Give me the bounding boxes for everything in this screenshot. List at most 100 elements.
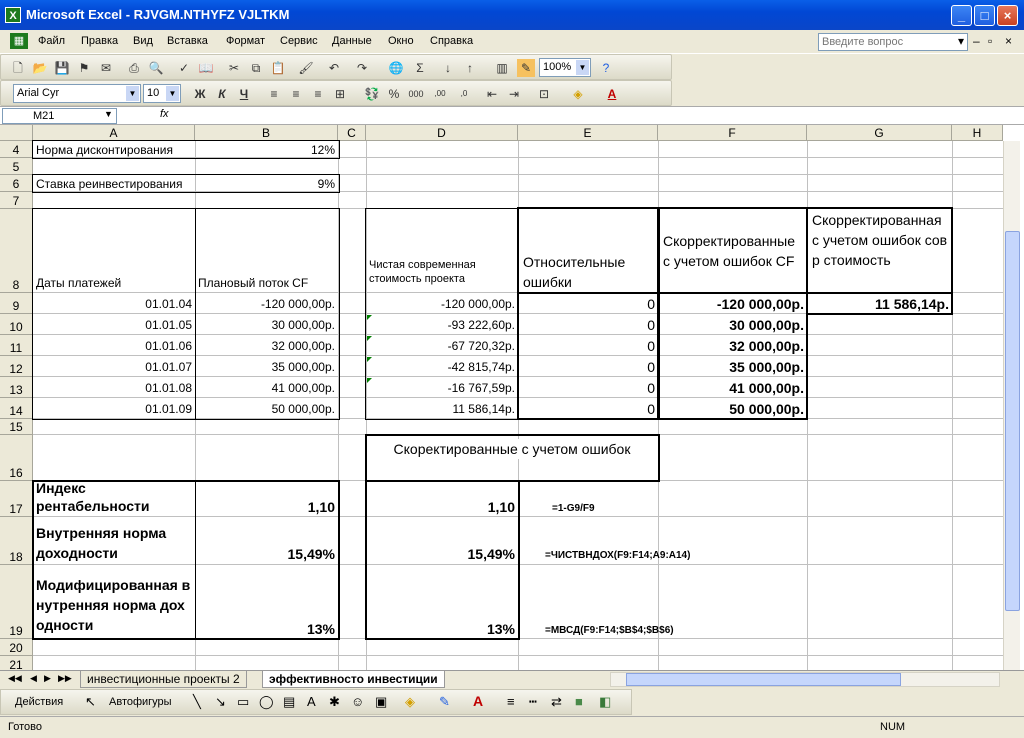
textbox-icon[interactable]: ▤ xyxy=(283,694,295,710)
next-sheet-icon[interactable]: ▶ xyxy=(44,673,51,684)
cell-f11[interactable]: 32 000,00р. xyxy=(659,338,806,354)
menu-edit[interactable]: Правка xyxy=(81,35,118,47)
fx-icon[interactable]: fx xyxy=(160,108,169,120)
col-header-b[interactable]: B xyxy=(195,125,338,141)
cell-b6[interactable]: 9% xyxy=(196,177,337,191)
cell-e11[interactable]: 0 xyxy=(519,338,657,354)
vertical-scrollbar[interactable] xyxy=(1003,141,1020,670)
error-indicator-icon[interactable] xyxy=(367,357,372,362)
row-header-4[interactable]: 4 xyxy=(0,141,33,158)
menu-insert[interactable]: Вставка xyxy=(167,35,208,47)
row-header-7[interactable]: 7 xyxy=(0,192,33,209)
excel-app-icon[interactable]: X xyxy=(5,7,21,23)
cell-d19[interactable]: 13% xyxy=(367,621,517,637)
zoom-select[interactable]: 100% ▼ xyxy=(539,58,591,77)
cell-e17[interactable]: =1-G9/F9 xyxy=(550,502,800,516)
picture-icon[interactable]: ▣ xyxy=(375,694,387,710)
row-header-18[interactable]: 18 xyxy=(0,517,33,565)
sheet-tab-2[interactable]: эффективносто инвестиции xyxy=(262,671,445,688)
doc-close-icon[interactable]: × xyxy=(1005,34,1012,48)
cell-d10[interactable]: -93 222,60р. xyxy=(367,318,517,332)
thousands-icon[interactable]: 000 xyxy=(407,85,425,103)
clipart-icon[interactable]: ☺ xyxy=(351,694,364,709)
row-header-6[interactable]: 6 xyxy=(0,175,33,192)
undo-icon[interactable]: ↶ xyxy=(325,59,343,77)
borders-icon[interactable]: ⊡ xyxy=(535,85,553,103)
print-icon[interactable]: ⎙ xyxy=(125,59,143,77)
row-header-17[interactable]: 17 xyxy=(0,481,33,517)
fill-color-draw-icon[interactable]: ◈ xyxy=(405,694,415,710)
cell-b14[interactable]: 50 000,00р. xyxy=(196,402,337,416)
name-box[interactable]: M21 xyxy=(2,108,117,124)
ask-question-input[interactable]: Введите вопрос xyxy=(818,33,968,51)
horizontal-scroll-thumb[interactable] xyxy=(626,673,901,686)
merge-center-icon[interactable]: ⊞ xyxy=(331,85,349,103)
line-color-icon[interactable]: ✎ xyxy=(439,694,450,710)
cell-f9[interactable]: -120 000,00р. xyxy=(659,296,806,312)
arrow-icon[interactable]: ↘ xyxy=(215,694,226,710)
row-header-21[interactable]: 21 xyxy=(0,656,33,670)
ask-dropdown-icon[interactable]: ▾ xyxy=(958,34,964,48)
error-indicator-icon[interactable] xyxy=(367,315,372,320)
cell-f14[interactable]: 50 000,00р. xyxy=(659,401,806,417)
autosum-icon[interactable]: Σ xyxy=(411,59,429,77)
3d-style-icon[interactable]: ◧ xyxy=(599,694,611,710)
fill-color-icon[interactable]: ◈ xyxy=(569,85,587,103)
cell-d17[interactable]: 1,10 xyxy=(367,499,517,515)
cell-f12[interactable]: 35 000,00р. xyxy=(659,359,806,375)
col-header-f[interactable]: F xyxy=(658,125,807,141)
menu-file[interactable]: Файл xyxy=(38,35,65,47)
row-header-11[interactable]: 11 xyxy=(0,335,33,356)
align-left-icon[interactable]: ≡ xyxy=(265,85,283,103)
cell-d16[interactable]: Скоректированные с учетом ошибок xyxy=(368,439,656,459)
align-right-icon[interactable]: ≡ xyxy=(309,85,327,103)
row-header-8[interactable]: 8 xyxy=(0,209,33,293)
col-header-d[interactable]: D xyxy=(366,125,518,141)
row-header-16[interactable]: 16 xyxy=(0,435,33,481)
draw-actions-menu[interactable]: Действия xyxy=(15,696,63,708)
cell-d11[interactable]: -67 720,32р. xyxy=(367,339,517,353)
row-header-12[interactable]: 12 xyxy=(0,356,33,377)
cell-e19[interactable]: =МВСД(F9:F14;$B$4;$B$6) xyxy=(543,624,793,638)
redo-icon[interactable]: ↷ xyxy=(353,59,371,77)
bold-icon[interactable]: Ж xyxy=(191,85,209,103)
cell-d18[interactable]: 15,49% xyxy=(367,546,517,562)
sort-desc-icon[interactable]: ↑ xyxy=(461,59,479,77)
chevron-down-icon[interactable]: ▼ xyxy=(576,60,589,75)
paste-icon[interactable]: 📋 xyxy=(269,59,287,77)
line-icon[interactable]: ╲ xyxy=(193,694,201,710)
cell-a13[interactable]: 01.01.08 xyxy=(34,381,194,395)
increase-indent-icon[interactable]: ⇥ xyxy=(505,85,523,103)
chevron-down-icon[interactable]: ▼ xyxy=(126,86,139,101)
cell-b18[interactable]: 15,49% xyxy=(196,546,337,562)
menu-format[interactable]: Формат xyxy=(226,35,265,47)
cell-a6[interactable]: Ставка реинвестирования xyxy=(34,177,194,191)
cell-a17[interactable]: Индекс рентабельности xyxy=(34,479,194,515)
cell-a18[interactable]: Внутренняя норма доходности xyxy=(34,523,194,563)
error-indicator-icon[interactable] xyxy=(367,336,372,341)
cell-b13[interactable]: 41 000,00р. xyxy=(196,381,337,395)
cell-e14[interactable]: 0 xyxy=(519,401,657,417)
cell-f8[interactable]: Скорректированные с учетом ошибок CF xyxy=(661,231,806,271)
hyperlink-icon[interactable]: 🌐 xyxy=(387,59,405,77)
cell-b11[interactable]: 32 000,00р. xyxy=(196,339,337,353)
sheet-tab-1[interactable]: инвестиционные проекты 2 xyxy=(80,671,247,688)
chevron-down-icon[interactable]: ▼ xyxy=(166,86,179,101)
autoshapes-menu[interactable]: Автофигуры xyxy=(109,696,172,708)
row-header-14[interactable]: 14 xyxy=(0,398,33,419)
cell-e18[interactable]: =ЧИСТВНДОХ(F9:F14;A9:A14) xyxy=(543,549,793,563)
cell-a4[interactable]: Норма дисконтирования xyxy=(34,143,194,157)
select-objects-icon[interactable]: ↖ xyxy=(85,694,96,710)
cell-f13[interactable]: 41 000,00р. xyxy=(659,380,806,396)
cell-f10[interactable]: 30 000,00р. xyxy=(659,317,806,333)
prev-sheet-icon[interactable]: ◀ xyxy=(30,673,37,684)
cell-a12[interactable]: 01.01.07 xyxy=(34,360,194,374)
cell-e9[interactable]: 0 xyxy=(519,296,657,312)
decrease-indent-icon[interactable]: ⇤ xyxy=(483,85,501,103)
chart-wizard-icon[interactable]: ▥ xyxy=(493,59,511,77)
cell-b10[interactable]: 30 000,00р. xyxy=(196,318,337,332)
row-header-5[interactable]: 5 xyxy=(0,158,33,175)
help-icon[interactable]: ? xyxy=(597,59,615,77)
row-header-9[interactable]: 9 xyxy=(0,293,33,314)
drawing-icon[interactable]: ✎ xyxy=(517,59,535,77)
